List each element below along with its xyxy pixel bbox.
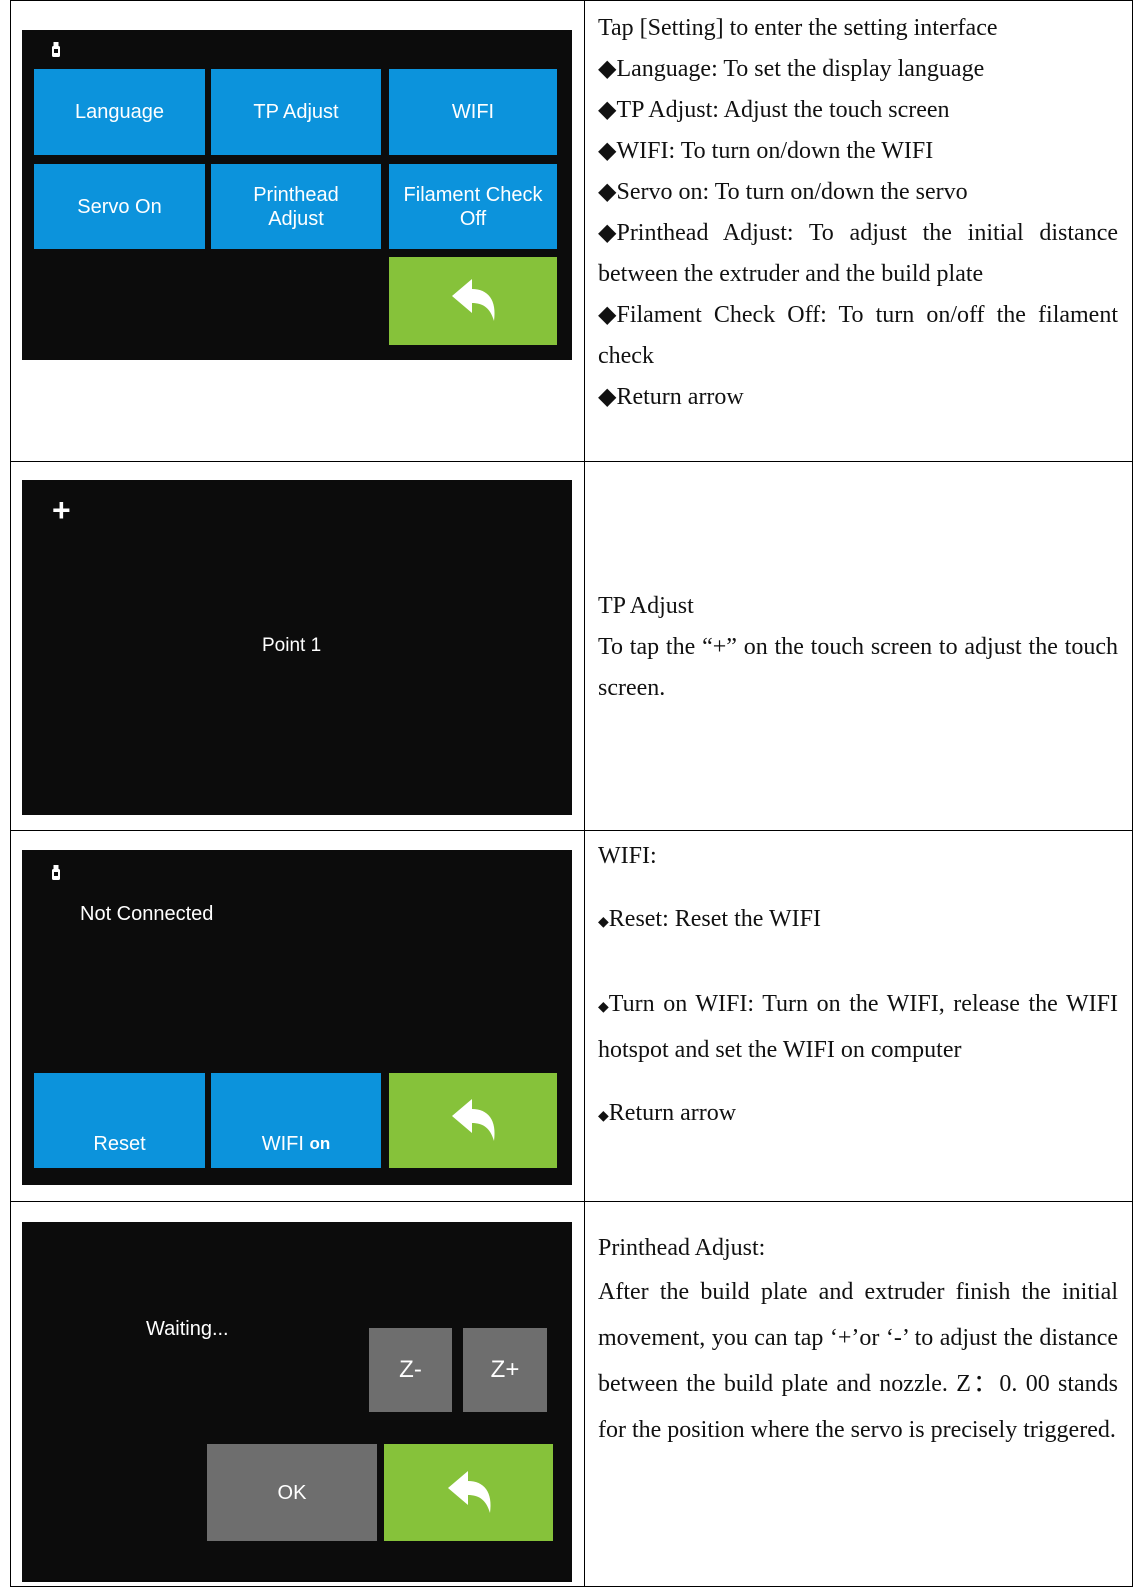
return-arrow-icon [447,1470,491,1513]
filament-check-button[interactable]: Filament Check Off [389,164,557,249]
bullet-language: ◆Language: To set the display language [598,56,985,82]
bullet-servo: ◆Servo on: To turn on/down the servo [598,179,968,205]
printhead-adjust-button[interactable]: Printhead Adjust [211,164,381,249]
printhead-adjust-title: Printhead Adjust: [598,1235,766,1261]
bullet-tp-adjust: ◆TP Adjust: Adjust the touch screen [598,97,950,123]
wifi-on-button[interactable]: WIFI on [211,1073,381,1168]
wifi-button[interactable]: WIFI [389,69,557,155]
settings-description: Tap [Setting] to enter the setting inter… [598,8,1118,418]
z-plus-button[interactable]: Z+ [463,1328,547,1412]
tp-adjust-title: TP Adjust [598,593,694,619]
wifi-description: WIFI: ◆Reset: Reset the WIFI ◆Turn on WI… [598,836,1118,1137]
wifi-state: on [309,1133,331,1153]
table-border-top [10,0,1133,1]
tp-adjust-text: To tap the “+” on the touch screen to ad… [598,634,1118,701]
table-border-right [1132,0,1133,1587]
bullet-turn-on-wifi: ◆Turn on WIFI: Turn on the WIFI, release… [598,991,1118,1063]
table-border-left [10,0,11,1587]
usb-drive-icon [52,42,60,57]
ok-button[interactable]: OK [207,1444,377,1541]
wifi-screen: Not Connected Reset WIFI on [22,850,572,1185]
language-button[interactable]: Language [34,69,205,155]
return-arrow-icon [452,279,495,321]
waiting-status: Waiting... [146,1318,229,1340]
bullet-wifi: ◆WIFI: To turn on/down the WIFI [598,138,934,164]
reset-button[interactable]: Reset [34,1073,205,1168]
return-button[interactable] [389,1073,557,1168]
tp-adjust-screen: + Point 1 [22,480,572,815]
wifi-status: Not Connected [80,903,214,925]
settings-intro: Tap [Setting] to enter the setting inter… [598,15,998,41]
printhead-adjust-description: Printhead Adjust: After the build plate … [598,1228,1118,1453]
printhead-adjust-screen: Waiting... Z- Z+ OK [22,1222,572,1582]
z-minus-button[interactable]: Z- [369,1328,452,1412]
wifi-label: WIFI [261,1132,304,1155]
printhead-adjust-text: After the build plate and extruder finis… [598,1279,1118,1443]
wifi-title: WIFI: [598,843,657,869]
usb-drive-icon [52,865,60,880]
servo-on-button[interactable]: Servo On [34,164,205,249]
bullet-return: ◆Return arrow [598,1100,737,1126]
row-divider-2 [10,830,1133,831]
tp-adjust-button[interactable]: TP Adjust [211,69,381,155]
return-arrow-icon [452,1098,495,1141]
bullet-filament-check: ◆Filament Check Off: To turn on/off the … [598,302,1118,369]
return-button[interactable] [384,1444,553,1541]
row-divider-3 [10,1201,1133,1202]
point-label: Point 1 [262,635,322,656]
bullet-printhead-adjust: ◆Printhead Adjust: To adjust the initial… [598,220,1118,287]
table-column-divider [584,0,585,1587]
bullet-return: ◆Return arrow [598,384,744,410]
return-button[interactable] [389,257,557,345]
settings-screen: Language TP Adjust WIFI Servo On Printhe… [22,30,572,360]
bullet-reset: ◆Reset: Reset the WIFI [598,906,821,932]
touch-target-plus[interactable]: + [52,492,71,529]
tp-adjust-description: TP Adjust To tap the “+” on the touch sc… [598,586,1118,709]
row-divider-1 [10,461,1133,462]
